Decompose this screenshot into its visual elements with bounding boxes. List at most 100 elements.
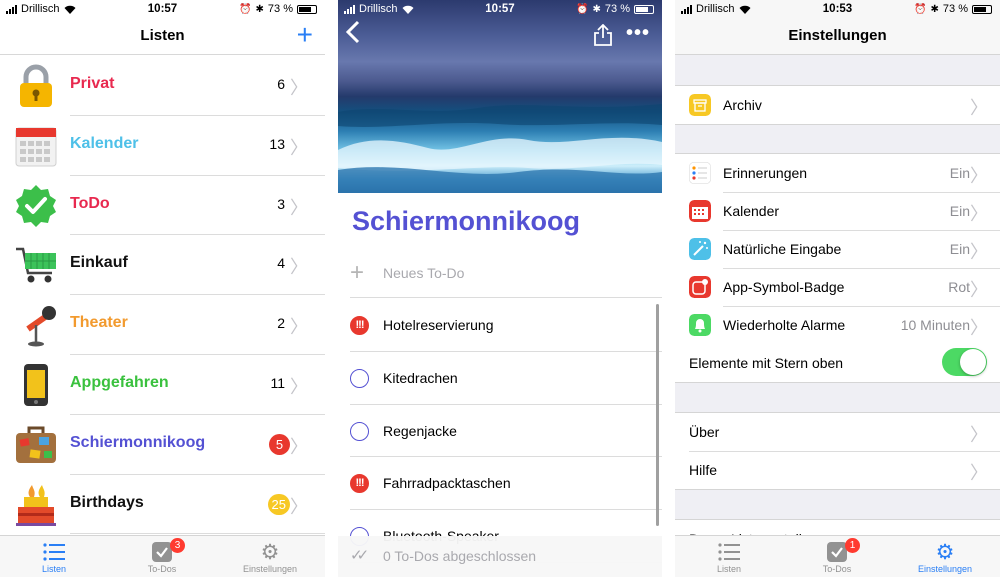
alarm-icon: ⏰ bbox=[914, 3, 927, 15]
chevron-right-icon: 〉 bbox=[290, 317, 308, 338]
todo-item[interactable]: Kitedrachen bbox=[338, 352, 662, 405]
settings-item-ueber[interactable]: Über 〉 bbox=[675, 413, 1000, 451]
todo-list: !!! Hotelreservierung Kitedrachen Regenj… bbox=[338, 299, 662, 563]
back-button[interactable] bbox=[345, 20, 360, 51]
tab-einstellungen[interactable]: ⚙ Einstellungen bbox=[220, 540, 320, 575]
lock-icon bbox=[20, 64, 52, 107]
list-item-kalender[interactable]: Kalender 13 〉 bbox=[0, 116, 325, 176]
calendar-icon bbox=[689, 200, 711, 222]
tab-listen[interactable]: Listen bbox=[679, 540, 779, 574]
completed-footer[interactable]: ✓✓ 0 To-Dos abgeschlossen bbox=[338, 536, 662, 577]
list-item-schiermonnikoog[interactable]: Schiermonnikoog 5 〉 bbox=[0, 415, 325, 475]
calendar-icon bbox=[15, 127, 57, 167]
add-list-button[interactable]: + bbox=[297, 20, 313, 50]
suitcase-icon bbox=[16, 426, 56, 463]
archive-group: Archiv 〉 bbox=[675, 85, 1000, 125]
gear-icon: ⚙ bbox=[260, 540, 280, 564]
microphone-icon bbox=[26, 306, 56, 347]
settings-item-hilfe[interactable]: Hilfe 〉 bbox=[675, 451, 1000, 489]
list-count: 6 bbox=[277, 76, 285, 92]
settings-item-elemente-mit-stern: Elemente mit Stern oben bbox=[675, 344, 1000, 382]
list-name: Kalender bbox=[70, 134, 139, 152]
list-name: ToDo bbox=[70, 194, 110, 212]
todo-check-icon bbox=[152, 542, 172, 562]
settings-label: Natürliche Eingabe bbox=[723, 241, 842, 257]
list-icon bbox=[43, 543, 65, 561]
gear-icon: ⚙ bbox=[935, 540, 955, 564]
list-item-appgefahren[interactable]: Appgefahren 11 〉 bbox=[0, 355, 325, 415]
todo-name: Fahrradpacktaschen bbox=[383, 475, 511, 492]
bluetooth-icon: ✱ bbox=[592, 3, 601, 15]
chevron-right-icon: 〉 bbox=[290, 78, 308, 98]
tab-label: To-Dos bbox=[822, 564, 852, 574]
tab-einstellungen[interactable]: ⚙ Einstellungen bbox=[895, 540, 995, 575]
navigation-bar: Listen + bbox=[0, 18, 325, 55]
battery-icon bbox=[634, 4, 654, 14]
important-checkbox[interactable]: !!! bbox=[350, 316, 369, 335]
settings-label: Erinnerungen bbox=[723, 165, 808, 181]
status-bar: Drillisch 10:57 ⏰ ✱ 73 % bbox=[338, 0, 662, 18]
todo-item[interactable]: !!! Fahrradpacktaschen bbox=[338, 457, 662, 510]
starred-toggle-switch[interactable] bbox=[942, 348, 987, 376]
tab-listen[interactable]: Listen bbox=[4, 540, 104, 574]
todo-name: Kitedrachen bbox=[383, 369, 458, 386]
list-item-birthdays[interactable]: Birthdays 25 〉 bbox=[0, 475, 325, 535]
battery-percent: 73 % bbox=[267, 3, 293, 15]
scrollbar[interactable] bbox=[656, 304, 659, 526]
chevron-right-icon: 〉 bbox=[970, 425, 988, 445]
todo-check-icon bbox=[827, 542, 847, 562]
chevron-right-icon: 〉 bbox=[290, 496, 308, 517]
list-name: Einkauf bbox=[70, 254, 128, 272]
share-icon[interactable] bbox=[594, 24, 612, 46]
tab-todos[interactable]: 1 To-Dos bbox=[787, 538, 887, 574]
settings-group: Erinnerungen Ein 〉 Kalender Ein 〉 Natürl… bbox=[675, 153, 1000, 383]
chevron-right-icon: 〉 bbox=[290, 137, 308, 158]
list-count: 4 bbox=[277, 255, 285, 272]
list-item-einkauf[interactable]: Einkauf 4 〉 bbox=[0, 235, 325, 295]
tab-todos[interactable]: 3 To-Dos bbox=[112, 538, 212, 574]
list-name: Birthdays bbox=[70, 493, 144, 511]
important-checkbox[interactable]: !!! bbox=[350, 474, 369, 494]
settings-item-erinnerungen[interactable]: Erinnerungen Ein 〉 bbox=[675, 154, 1000, 192]
shopping-cart-icon bbox=[16, 248, 56, 283]
archive-box-icon bbox=[689, 94, 711, 116]
wave-overlay bbox=[338, 104, 662, 193]
chevron-right-icon: 〉 bbox=[290, 436, 308, 457]
settings-item-app-symbol-badge[interactable]: App-Symbol-Badge Rot 〉 bbox=[675, 268, 1000, 306]
settings-label: Über bbox=[689, 424, 720, 440]
battery-percent: 73 % bbox=[942, 3, 968, 15]
todo-checkbox[interactable] bbox=[350, 421, 369, 441]
status-bar: Drillisch 10:57 ⏰ ✱ 73 % bbox=[0, 0, 325, 18]
info-group: Über 〉 Hilfe 〉 bbox=[675, 412, 1000, 490]
list-count: 11 bbox=[270, 374, 285, 391]
list-item-theater[interactable]: Theater 2 〉 bbox=[0, 295, 325, 355]
list-name: Theater bbox=[70, 314, 128, 332]
todos-badge: 3 bbox=[170, 538, 185, 553]
settings-item-wiederholte-alarme[interactable]: Wiederholte Alarme 10 Minuten 〉 bbox=[675, 306, 1000, 344]
tab-label: Listen bbox=[41, 564, 67, 574]
settings-value: 10 Minuten bbox=[900, 317, 970, 333]
new-todo-row[interactable]: + Neues To-Do bbox=[350, 258, 662, 298]
todo-item[interactable]: Regenjacke bbox=[338, 405, 662, 458]
settings-value: Ein bbox=[949, 165, 970, 181]
todo-checkbox[interactable] bbox=[350, 368, 369, 388]
list-item-privat[interactable]: Privat 6 〉 bbox=[0, 56, 325, 116]
new-todo-input[interactable]: Neues To-Do bbox=[383, 265, 464, 281]
settings-item-archiv[interactable]: Archiv 〉 bbox=[675, 86, 1000, 124]
more-options-icon[interactable]: ••• bbox=[626, 22, 650, 45]
chevron-right-icon: 〉 bbox=[970, 242, 988, 262]
list-count-badge: 5 bbox=[269, 433, 290, 455]
settings-item-natuerliche-eingabe[interactable]: Natürliche Eingabe Ein 〉 bbox=[675, 230, 1000, 268]
app-badge-icon bbox=[689, 276, 711, 298]
magic-wand-icon bbox=[689, 238, 711, 260]
checkmark-badge-icon bbox=[16, 184, 56, 227]
chevron-right-icon: 〉 bbox=[290, 197, 308, 218]
lists-container: Privat 6 〉 Kalender 13 〉 ToDo 3 〉 Einkau… bbox=[0, 56, 325, 535]
tab-bar: Listen 1 To-Dos ⚙ Einstellungen bbox=[675, 535, 1000, 577]
settings-item-kalender[interactable]: Kalender Ein 〉 bbox=[675, 192, 1000, 230]
todo-item[interactable]: !!! Hotelreservierung bbox=[338, 299, 662, 352]
list-icon bbox=[718, 543, 740, 561]
list-name: Schiermonnikoog bbox=[70, 433, 206, 451]
chevron-right-icon: 〉 bbox=[290, 376, 308, 397]
list-item-todo[interactable]: ToDo 3 〉 bbox=[0, 176, 325, 236]
